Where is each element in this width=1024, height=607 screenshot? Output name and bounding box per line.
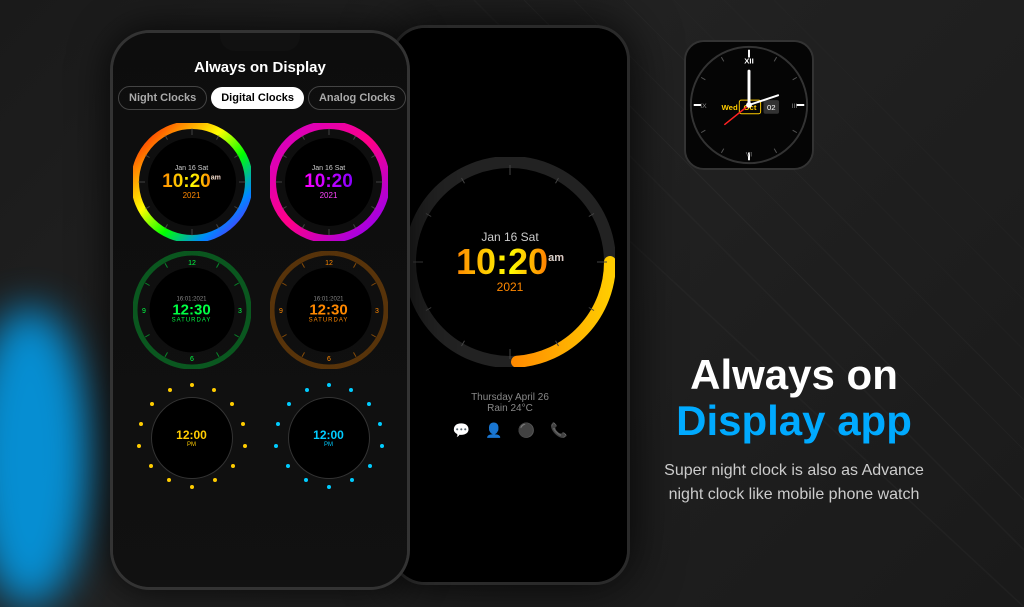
phone2-app-icons: 💬 👤 ⚫ 📞 bbox=[453, 422, 568, 439]
phone2-weather: Thursday April 26 Rain 24°C 💬 👤 ⚫ 📞 bbox=[453, 377, 568, 454]
clock-item-4[interactable]: 12 3 6 9 bbox=[265, 251, 392, 369]
tabs-bar: Night Clocks Digital Clocks Analog Clock… bbox=[113, 86, 407, 118]
svg-text:12: 12 bbox=[188, 260, 196, 267]
clock4-inner: 16:01:2021 12:30 SATURDAY bbox=[286, 268, 371, 353]
svg-text:9: 9 bbox=[142, 308, 146, 315]
svg-text:Wed: Wed bbox=[721, 103, 737, 112]
svg-text:12: 12 bbox=[325, 260, 333, 267]
app-title: Always on Display bbox=[113, 51, 407, 86]
clock3-day: SATURDAY bbox=[172, 318, 212, 324]
analog-watch-widget: XII Wed Oct 02 VI IX III bbox=[684, 40, 814, 170]
big-clock-year: 2021 bbox=[497, 280, 524, 294]
phone2-mockup: Jan 16 Sat 10:20am 2021 Thursday April 2… bbox=[390, 25, 630, 585]
big-clock-inner: Jan 16 Sat 10:20am 2021 bbox=[425, 177, 595, 347]
svg-text:6: 6 bbox=[327, 356, 331, 363]
clock1-inner: Jan 16 Sat 10:20am 2021 bbox=[148, 138, 236, 226]
tab-analog-clocks[interactable]: Analog Clocks bbox=[308, 86, 406, 110]
clock4-time: 12:30 bbox=[309, 303, 347, 318]
svg-text:III: III bbox=[792, 103, 798, 110]
clock5-time: 12:00 bbox=[176, 428, 207, 442]
svg-text:VI: VI bbox=[746, 151, 753, 158]
circle-icon: ⚫ bbox=[518, 422, 535, 439]
phone-icon: 📞 bbox=[550, 422, 567, 439]
analog-watch-face: XII Wed Oct 02 VI IX III bbox=[686, 40, 812, 170]
phone2-date: Thursday April 26 bbox=[453, 392, 568, 403]
svg-text:9: 9 bbox=[279, 308, 283, 315]
clock1-year: 2021 bbox=[183, 191, 201, 200]
marketing-text: Always on Display app Super night clock … bbox=[604, 352, 984, 507]
big-clock-time: 10:20am bbox=[456, 244, 564, 280]
clock6-inner: 12:00 PM bbox=[288, 397, 370, 479]
contact-icon: 👤 bbox=[485, 422, 502, 439]
clock1-time: 10:20am bbox=[162, 172, 221, 191]
clock5-inner: 12:00 PM bbox=[151, 397, 233, 479]
clock2-time: 10:20 bbox=[304, 172, 353, 191]
clock6-ampm: PM bbox=[324, 442, 333, 448]
clock2-year: 2021 bbox=[320, 191, 338, 200]
clock3-time: 12:30 bbox=[172, 303, 210, 318]
clock-item-6[interactable]: 12:00 PM bbox=[265, 379, 392, 497]
big-clock-container: Jan 16 Sat 10:20am 2021 bbox=[405, 157, 615, 367]
clock5-ampm: PM bbox=[187, 442, 196, 448]
headline-line1: Always on bbox=[604, 352, 984, 398]
svg-text:6: 6 bbox=[190, 356, 194, 363]
svg-text:XII: XII bbox=[744, 56, 753, 65]
tab-digital-clocks[interactable]: Digital Clocks bbox=[211, 87, 304, 109]
clock6-time: 12:00 bbox=[313, 428, 344, 442]
chat-icon: 💬 bbox=[453, 422, 470, 439]
clock4-day: SATURDAY bbox=[309, 318, 349, 324]
headline-line2: Display app bbox=[604, 398, 984, 444]
clock-item-3[interactable]: 12 3 6 9 bbox=[128, 251, 255, 369]
clock3-inner: 16:01:2021 12:30 SATURDAY bbox=[149, 268, 234, 353]
svg-text:IX: IX bbox=[700, 103, 707, 110]
tab-night-clocks[interactable]: Night Clocks bbox=[118, 86, 207, 110]
phone2-weather-text: Rain 24°C bbox=[453, 403, 568, 414]
clock-item-1[interactable]: Jan 16 Sat 10:20am 2021 bbox=[128, 123, 255, 241]
phone-notch bbox=[220, 33, 300, 51]
svg-text:3: 3 bbox=[238, 308, 242, 315]
svg-text:02: 02 bbox=[767, 103, 776, 112]
subtext-description: Super night clock is also as Advancenigh… bbox=[604, 459, 984, 507]
clock2-inner: Jan 16 Sat 10:20 2021 bbox=[285, 138, 373, 226]
clock-item-2[interactable]: Jan 16 Sat 10:20 2021 bbox=[265, 123, 392, 241]
clock-grid: Jan 16 Sat 10:20am 2021 bbox=[113, 118, 407, 502]
svg-text:3: 3 bbox=[375, 308, 379, 315]
phone-mockup: Always on Display Night Clocks Digital C… bbox=[110, 30, 410, 590]
clock-item-5[interactable]: 12:00 PM bbox=[128, 379, 255, 497]
